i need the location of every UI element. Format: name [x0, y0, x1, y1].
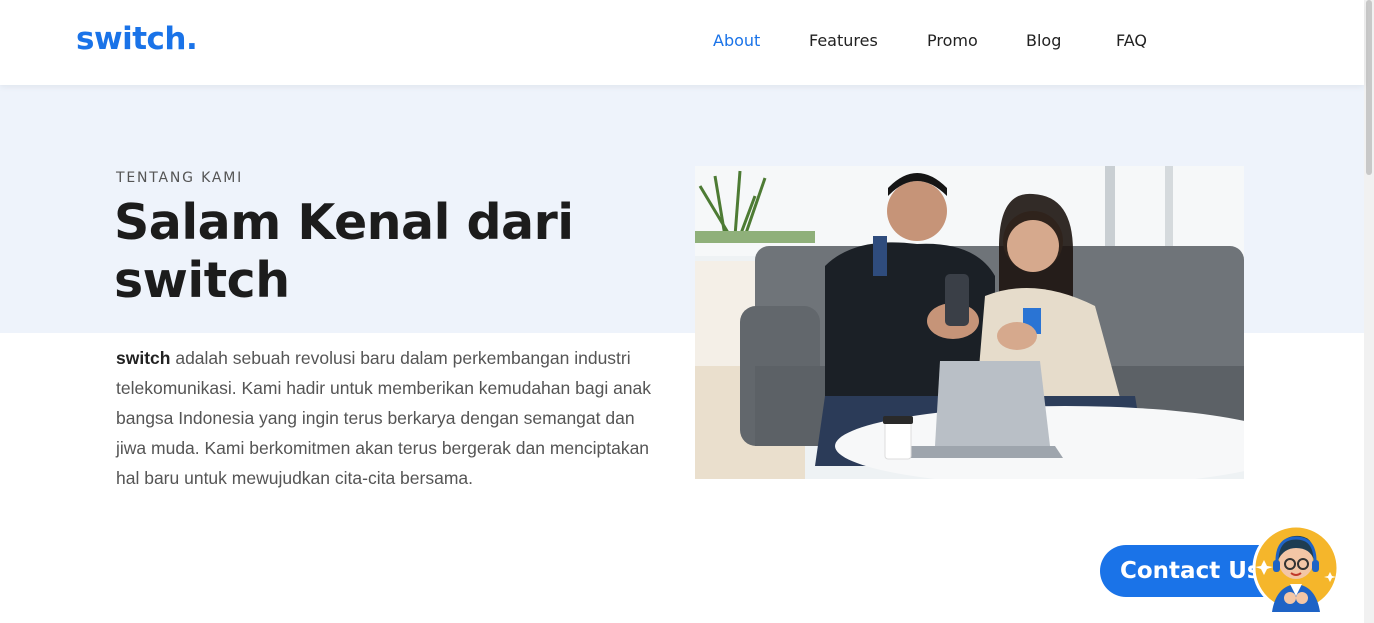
- avatar-graphic: [1252, 524, 1340, 612]
- about-photo: [695, 166, 1244, 479]
- nav-item-faq[interactable]: FAQ: [1116, 31, 1147, 50]
- nav-item-blog[interactable]: Blog: [1026, 31, 1061, 50]
- logo[interactable]: switch.: [76, 21, 198, 57]
- scrollbar-thumb[interactable]: [1366, 0, 1372, 175]
- nav-item-features[interactable]: Features: [809, 31, 878, 50]
- brand-name: switch: [116, 348, 171, 368]
- customer-service-avatar-icon[interactable]: [1250, 520, 1342, 612]
- description-text: adalah sebuah revolusi baru dalam perkem…: [116, 348, 652, 488]
- photo-illustration: [695, 166, 1244, 479]
- nav-item-about[interactable]: About: [713, 31, 760, 50]
- section-description: switch adalah sebuah revolusi baru dalam…: [116, 343, 664, 493]
- nav-item-promo[interactable]: Promo: [927, 31, 978, 50]
- site-header: switch. About Features Promo Blog FAQ: [0, 0, 1364, 85]
- section-eyebrow: TENTANG KAMI: [116, 170, 244, 186]
- section-title: Salam Kenal dari switch: [114, 194, 574, 309]
